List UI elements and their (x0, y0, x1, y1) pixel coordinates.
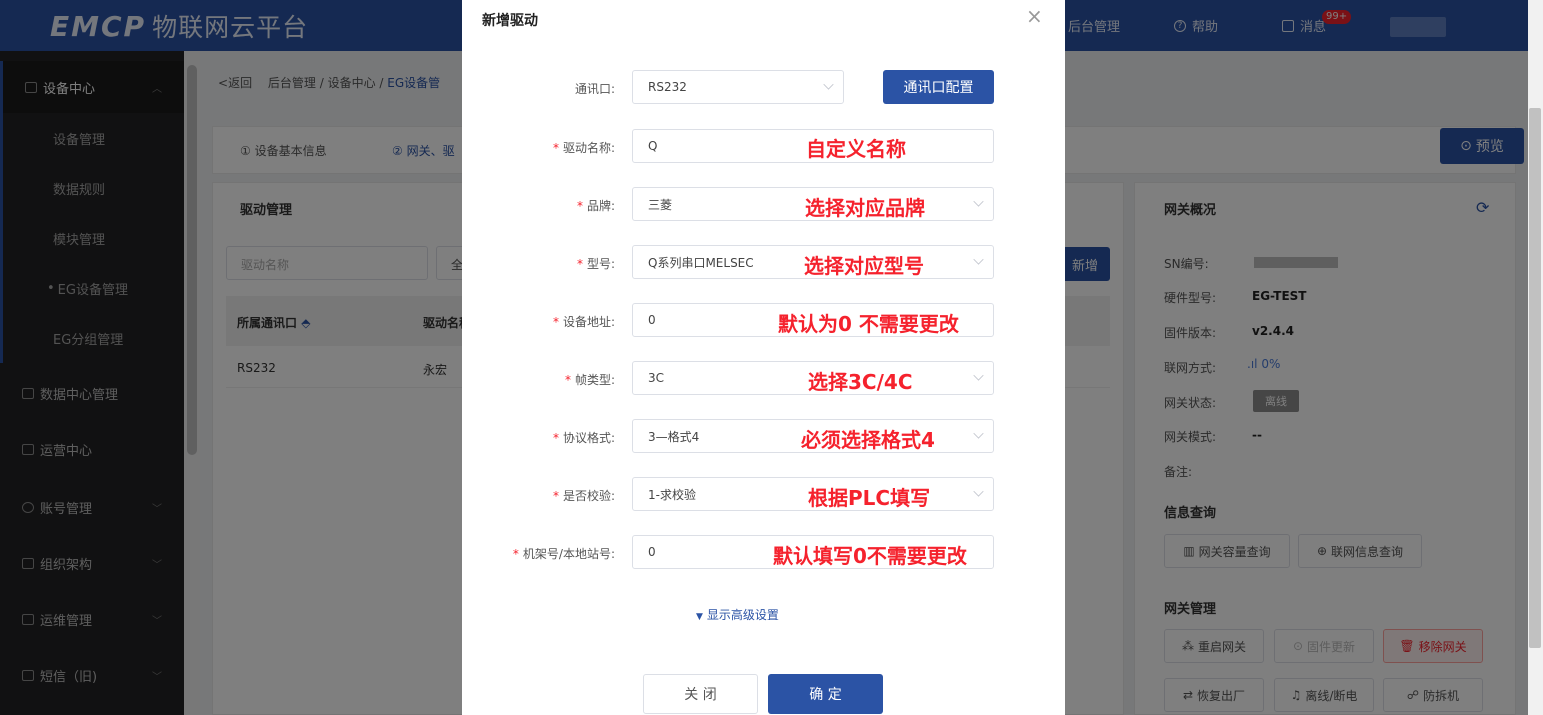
annotation-note: 选择3C/4C (808, 370, 913, 394)
toggle-label: 显示高级设置 (706, 608, 779, 622)
chevron-down-icon (973, 486, 984, 497)
chevron-down-icon (973, 254, 984, 265)
port-config-button[interactable]: 通讯口配置 (883, 70, 994, 104)
required-mark: * (512, 547, 519, 561)
field-value: RS232 (648, 80, 687, 94)
caret-down-icon: ▼ (696, 612, 703, 622)
advanced-settings-toggle[interactable]: ▼ 显示高级设置 (696, 606, 779, 623)
annotation-note: 选择对应品牌 (805, 196, 925, 220)
field-value: Q系列串口MELSEC (648, 255, 754, 270)
label-model: * 型号: (577, 255, 615, 272)
label-brand: * 品牌: (577, 197, 615, 214)
annotation-note: 根据PLC填写 (808, 486, 931, 510)
required-mark: * (552, 431, 559, 445)
port-select[interactable]: RS232 (632, 70, 844, 104)
close-button[interactable]: 关 闭 (643, 674, 758, 714)
chevron-down-icon (973, 428, 984, 439)
field-label-text: 是否校验: (562, 489, 615, 503)
required-mark: * (552, 489, 559, 503)
label-driver-name: * 驱动名称: (553, 139, 615, 156)
page-scrollbar[interactable] (1528, 0, 1543, 715)
field-label-text: 设备地址: (562, 315, 615, 329)
confirm-button[interactable]: 确 定 (768, 674, 883, 714)
scrollbar-thumb[interactable] (1529, 108, 1541, 648)
annotation-note: 自定义名称 (806, 137, 906, 161)
field-value: 1-求校验 (648, 487, 696, 502)
field-value: 3C (648, 371, 665, 385)
chevron-down-icon (823, 79, 834, 90)
button-label: 关 闭 (684, 687, 717, 703)
label-protocol-format: * 协议格式: (553, 429, 615, 446)
label-device-address: * 设备地址: (553, 313, 615, 330)
field-label-text: 品牌: (586, 199, 615, 213)
field-value: 3—格式4 (648, 429, 700, 444)
required-mark: * (576, 257, 583, 271)
field-value: Q (648, 139, 658, 153)
button-label: 确 定 (809, 687, 842, 703)
annotation-note: 选择对应型号 (804, 254, 924, 278)
required-mark: * (552, 315, 559, 329)
field-label-text: 通讯口: (574, 82, 615, 96)
close-icon[interactable]: × (1026, 4, 1043, 28)
field-label-text: 驱动名称: (562, 141, 615, 155)
dialog-title: 新增驱动 (482, 13, 538, 29)
label-frame-type: * 帧类型: (565, 371, 615, 388)
field-label-text: 机架号/本地站号: (522, 547, 615, 561)
required-mark: * (564, 373, 571, 387)
field-value: 0 (648, 313, 656, 327)
required-mark: * (552, 141, 559, 155)
chevron-down-icon (973, 370, 984, 381)
field-label-text: 型号: (586, 257, 615, 271)
field-label-text: 帧类型: (574, 373, 615, 387)
field-label-text: 协议格式: (562, 431, 615, 445)
field-value: 三菱 (648, 197, 673, 212)
label-port: 通讯口: (575, 80, 615, 97)
chevron-down-icon (973, 196, 984, 207)
label-rack-station: * 机架号/本地站号: (513, 545, 615, 562)
field-value: 0 (648, 545, 656, 559)
annotation-note: 必须选择格式4 (801, 428, 935, 452)
required-mark: * (576, 199, 583, 213)
annotation-note: 默认为0 不需要更改 (778, 312, 959, 336)
label-checksum: * 是否校验: (553, 487, 615, 504)
annotation-note: 默认填写0不需要更改 (773, 544, 967, 568)
button-label: 通讯口配置 (903, 80, 974, 96)
